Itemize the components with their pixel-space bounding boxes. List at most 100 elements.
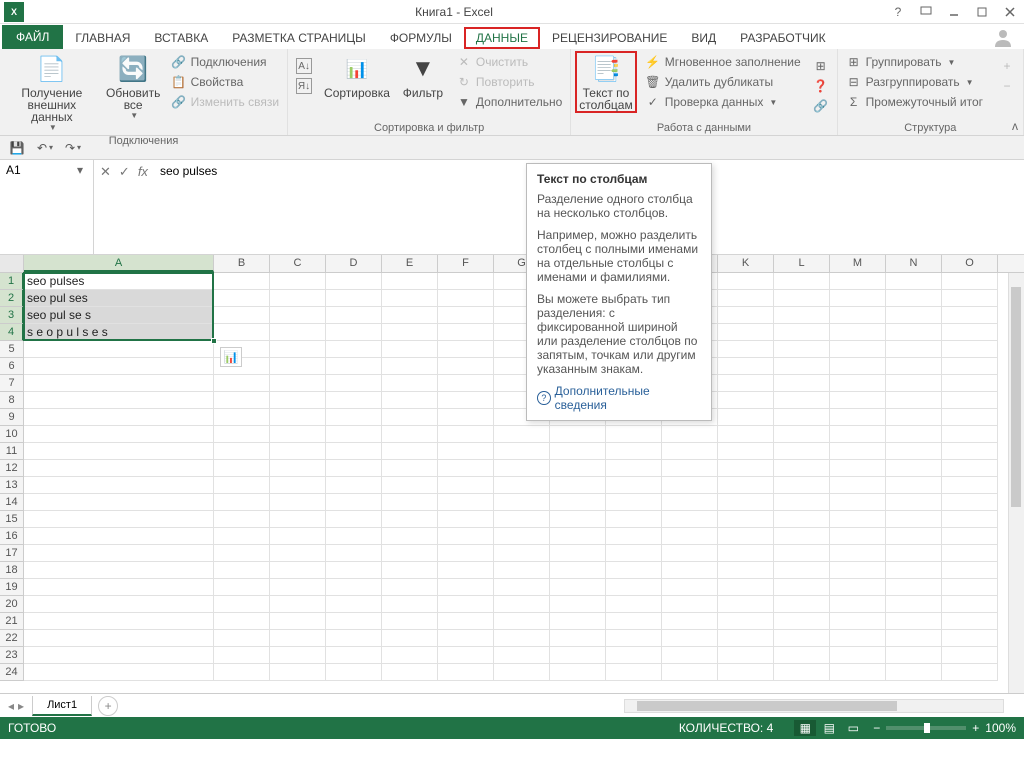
cell-D11[interactable] (326, 443, 382, 460)
cell-A1[interactable]: seo pulses (24, 273, 214, 290)
cell-A24[interactable] (24, 664, 214, 681)
cell-D15[interactable] (326, 511, 382, 528)
zoom-out-button[interactable]: − (873, 721, 880, 735)
cell-M22[interactable] (830, 630, 886, 647)
row-header-12[interactable]: 12 (0, 460, 24, 477)
cell-A9[interactable] (24, 409, 214, 426)
cell-O13[interactable] (942, 477, 998, 494)
cell-D21[interactable] (326, 613, 382, 630)
sort-asc-button[interactable]: A↓ (292, 57, 316, 75)
cell-C6[interactable] (270, 358, 326, 375)
tab-nav-last-icon[interactable]: ▸ (18, 699, 24, 713)
cell-H22[interactable] (550, 630, 606, 647)
cell-O22[interactable] (942, 630, 998, 647)
cell-E6[interactable] (382, 358, 438, 375)
cell-F2[interactable] (438, 290, 494, 307)
cell-G19[interactable] (494, 579, 550, 596)
properties-button[interactable]: 📋Свойства (167, 73, 283, 91)
cell-E17[interactable] (382, 545, 438, 562)
cell-D10[interactable] (326, 426, 382, 443)
cell-E19[interactable] (382, 579, 438, 596)
cell-A5[interactable] (24, 341, 214, 358)
row-header-14[interactable]: 14 (0, 494, 24, 511)
cell-E15[interactable] (382, 511, 438, 528)
cell-L12[interactable] (774, 460, 830, 477)
cell-J19[interactable] (662, 579, 718, 596)
cell-A11[interactable] (24, 443, 214, 460)
text-to-columns-button[interactable]: 📑 Текст по столбцам (575, 51, 636, 113)
cell-D17[interactable] (326, 545, 382, 562)
col-header-K[interactable]: K (718, 255, 774, 272)
cell-D19[interactable] (326, 579, 382, 596)
cell-J16[interactable] (662, 528, 718, 545)
cell-F20[interactable] (438, 596, 494, 613)
tab-nav-first-icon[interactable]: ◂ (8, 699, 14, 713)
cell-K19[interactable] (718, 579, 774, 596)
tab-view[interactable]: ВИД (679, 27, 728, 49)
row-header-15[interactable]: 15 (0, 511, 24, 528)
name-box-input[interactable] (0, 160, 70, 180)
row-header-19[interactable]: 19 (0, 579, 24, 596)
cell-M18[interactable] (830, 562, 886, 579)
cell-H10[interactable] (550, 426, 606, 443)
cell-C3[interactable] (270, 307, 326, 324)
cell-I12[interactable] (606, 460, 662, 477)
cell-L14[interactable] (774, 494, 830, 511)
cell-G24[interactable] (494, 664, 550, 681)
row-header-18[interactable]: 18 (0, 562, 24, 579)
cell-G20[interactable] (494, 596, 550, 613)
cell-C7[interactable] (270, 375, 326, 392)
row-header-21[interactable]: 21 (0, 613, 24, 630)
cell-B23[interactable] (214, 647, 270, 664)
cell-M12[interactable] (830, 460, 886, 477)
cell-K21[interactable] (718, 613, 774, 630)
cell-G21[interactable] (494, 613, 550, 630)
row-header-2[interactable]: 2 (0, 290, 24, 307)
cell-J10[interactable] (662, 426, 718, 443)
cell-L9[interactable] (774, 409, 830, 426)
cell-C13[interactable] (270, 477, 326, 494)
select-all-corner[interactable] (0, 255, 24, 272)
cell-E22[interactable] (382, 630, 438, 647)
row-header-16[interactable]: 16 (0, 528, 24, 545)
cell-O19[interactable] (942, 579, 998, 596)
cell-O1[interactable] (942, 273, 998, 290)
cell-A2[interactable]: seo pul ses (24, 290, 214, 307)
cell-E20[interactable] (382, 596, 438, 613)
cell-K18[interactable] (718, 562, 774, 579)
tooltip-more-link[interactable]: ?Дополнительные сведения (537, 384, 701, 412)
cell-M16[interactable] (830, 528, 886, 545)
cell-E3[interactable] (382, 307, 438, 324)
cell-I15[interactable] (606, 511, 662, 528)
help-icon[interactable]: ? (884, 1, 912, 23)
col-header-L[interactable]: L (774, 255, 830, 272)
data-validation-button[interactable]: ✓Проверка данных▼ (641, 93, 805, 111)
cell-B20[interactable] (214, 596, 270, 613)
tab-file[interactable]: ФАЙЛ (2, 25, 63, 49)
cell-D2[interactable] (326, 290, 382, 307)
cell-F13[interactable] (438, 477, 494, 494)
cell-A20[interactable] (24, 596, 214, 613)
cell-D8[interactable] (326, 392, 382, 409)
cell-H16[interactable] (550, 528, 606, 545)
sort-desc-button[interactable]: Я↓ (292, 77, 316, 95)
cell-L13[interactable] (774, 477, 830, 494)
cell-N15[interactable] (886, 511, 942, 528)
cell-N12[interactable] (886, 460, 942, 477)
cell-M1[interactable] (830, 273, 886, 290)
ribbon-options-icon[interactable] (912, 1, 940, 23)
cell-D6[interactable] (326, 358, 382, 375)
cell-L2[interactable] (774, 290, 830, 307)
cell-K20[interactable] (718, 596, 774, 613)
reapply-filter-button[interactable]: ↻Повторить (452, 73, 566, 91)
cell-C21[interactable] (270, 613, 326, 630)
cell-N3[interactable] (886, 307, 942, 324)
cell-F1[interactable] (438, 273, 494, 290)
cell-F11[interactable] (438, 443, 494, 460)
cell-O7[interactable] (942, 375, 998, 392)
whatif-button[interactable]: ❓ (809, 77, 833, 95)
cell-D4[interactable] (326, 324, 382, 341)
cell-C18[interactable] (270, 562, 326, 579)
cell-C1[interactable] (270, 273, 326, 290)
cell-O16[interactable] (942, 528, 998, 545)
